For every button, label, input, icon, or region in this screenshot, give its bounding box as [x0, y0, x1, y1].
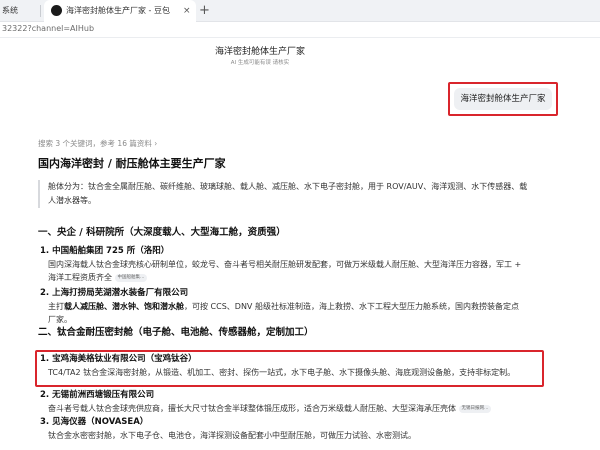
item-title: 3. 见海仪器（NOVASEA） — [40, 417, 149, 427]
doubao-favicon-icon — [51, 5, 62, 16]
item-description: 奋斗者号载人钛合金球壳供应商，擅长大尺寸钛合金半球整体锻压成形，适合万米级载人耐… — [48, 404, 456, 413]
item-description: 国内深海载人钛合金球壳核心研制单位，蛟龙号、奋斗者号相关耐压舱研发配套，可做万米… — [48, 260, 522, 269]
user-message-highlight: 海洋密封舱体生产厂家 — [448, 82, 558, 116]
list-item: 1. 中国船舶集团 725 所（洛阳） 国内深海载人钛合金球壳核心研制单位，蛟龙… — [40, 245, 562, 284]
answer-heading: 国内海洋密封 / 耐压舱体主要生产厂家 — [38, 157, 226, 170]
user-message: 海洋密封舱体生产厂家 — [454, 88, 552, 110]
section-heading: 一、央企 / 科研院所（大深度载人、大型海工舱，资质强） — [38, 227, 286, 238]
address-url[interactable]: 32322?channel=AIHub — [2, 24, 94, 33]
address-bar[interactable]: 32322?channel=AIHub — [0, 22, 600, 38]
item-description: 海洋工程资质齐全 — [48, 273, 112, 282]
list-item: 3. 见海仪器（NOVASEA） 钛合金水密密封舱，水下电子仓、电池仓，海洋探测… — [40, 416, 562, 442]
browser-tab-active[interactable]: 海洋密封舱体生产厂家 - 豆包 — [44, 0, 196, 22]
new-tab-icon[interactable]: + — [199, 0, 210, 21]
list-item: 2. 无锡前洲西塘锻压有限公司 奋斗者号载人钛合金球壳供应商，擅长大尺寸钛合金半… — [40, 389, 562, 415]
chat-disclaimer: AI 生成可能有误 请核实 — [230, 60, 290, 66]
item-description: 钛合金水密密封舱，水下电子仓、电池仓，海洋探测设备配套小中型耐压舱，可做压力试验… — [48, 431, 416, 440]
search-references-link[interactable]: 搜索 3 个关键词，参考 16 篇资料 › — [38, 138, 157, 149]
tab-label: 系统 — [2, 6, 18, 15]
browser-tab-strip: 系统 海洋密封舱体生产厂家 - 豆包 × + — [0, 0, 600, 22]
category-quote: 舱体分为：钛合金全属耐压舱、碳纤维舱、玻璃球舱、载人舱、减压舱、水下电子密封舱，… — [38, 180, 558, 208]
item-description: 主打 — [48, 302, 64, 311]
tab-separator — [40, 5, 41, 17]
close-tab-icon[interactable]: × — [183, 0, 191, 22]
quote-line: 人潜水器等。 — [48, 196, 96, 205]
chat-title: 海洋密封舱体生产厂家 — [214, 47, 305, 57]
browser-tab-previous[interactable]: 系统 — [0, 0, 36, 22]
item-title: 1. 中国船舶集团 725 所（洛阳） — [40, 246, 170, 256]
quote-line: 舱体分为：钛合金全属耐压舱、碳纤维舱、玻璃球舱、载人舱、减压舱、水下电子密封舱，… — [48, 182, 528, 191]
item-title: 2. 无锡前洲西塘锻压有限公司 — [40, 390, 155, 400]
item-title: 2. 上海打捞局芜湖潜水装备厂有限公司 — [40, 288, 189, 298]
section-heading: 二、钛合金耐压密封舱（电子舱、电池舱、传感器舱，定制加工） — [38, 327, 314, 338]
citation-tag[interactable]: 无锡日报网... — [458, 404, 492, 413]
item-highlight-box — [35, 350, 544, 387]
tab-label: 海洋密封舱体生产厂家 - 豆包 — [66, 6, 170, 15]
list-item: 2. 上海打捞局芜湖潜水装备厂有限公司 主打载人减压舱、潜水钟、饱和潜水舱，可按… — [40, 287, 562, 326]
item-description: ，可按 CCS、DNV 船级社标准制造，海上救捞、水下工程大型压力舱系统，国内救… — [184, 302, 519, 311]
citation-tag[interactable]: 中国船舶集... — [114, 273, 148, 282]
item-description-bold: 载人减压舱、潜水钟、饱和潜水舱 — [64, 302, 184, 311]
